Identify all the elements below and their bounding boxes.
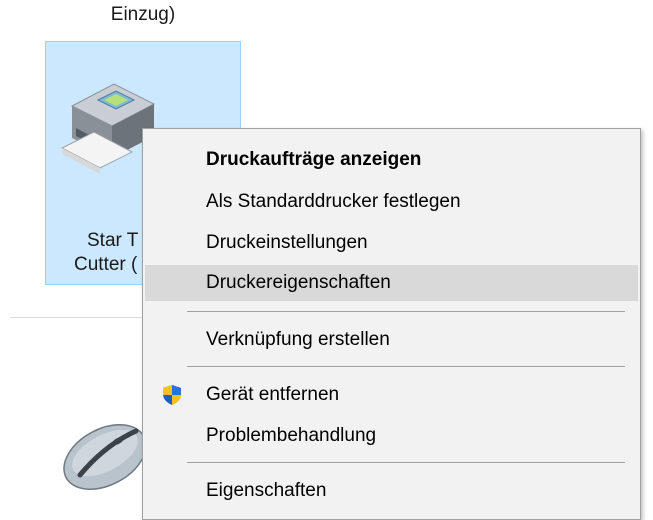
menu-separator [187, 311, 625, 312]
menu-item-troubleshoot[interactable]: Problembehandlung [145, 418, 638, 454]
menu-item-printing-preferences[interactable]: Druckeinstellungen [145, 225, 638, 261]
menu-item-remove-device[interactable]: Gerät entfernen [145, 377, 638, 413]
menu-item-properties[interactable]: Eigenschaften [145, 473, 638, 509]
menu-item-create-shortcut[interactable]: Verknüpfung erstellen [145, 322, 638, 358]
mouse-device-icon[interactable] [60, 405, 150, 495]
menu-item-set-default-printer[interactable]: Als Standarddrucker festlegen [145, 184, 638, 220]
menu-item-label: Als Standarddrucker festlegen [206, 191, 461, 212]
menu-item-view-print-jobs[interactable]: Druckaufträge anzeigen [145, 142, 638, 178]
menu-item-label: Eigenschaften [206, 480, 327, 501]
menu-item-label: Verknüpfung erstellen [206, 329, 390, 350]
device-label-top: Einzug) [110, 4, 176, 25]
context-menu: Druckaufträge anzeigen Als Standarddruck… [142, 128, 641, 520]
section-divider [10, 317, 145, 318]
menu-item-label: Problembehandlung [206, 425, 377, 446]
menu-item-label: Gerät entfernen [206, 384, 340, 405]
menu-item-label: Druckaufträge anzeigen [206, 149, 422, 170]
menu-item-label: Druckereigenschaften [206, 272, 391, 293]
menu-separator [187, 366, 625, 367]
menu-separator [187, 462, 625, 463]
menu-item-printer-properties[interactable]: Druckereigenschaften [145, 265, 638, 301]
uac-shield-icon [163, 385, 181, 405]
menu-item-label: Druckeinstellungen [206, 232, 368, 253]
